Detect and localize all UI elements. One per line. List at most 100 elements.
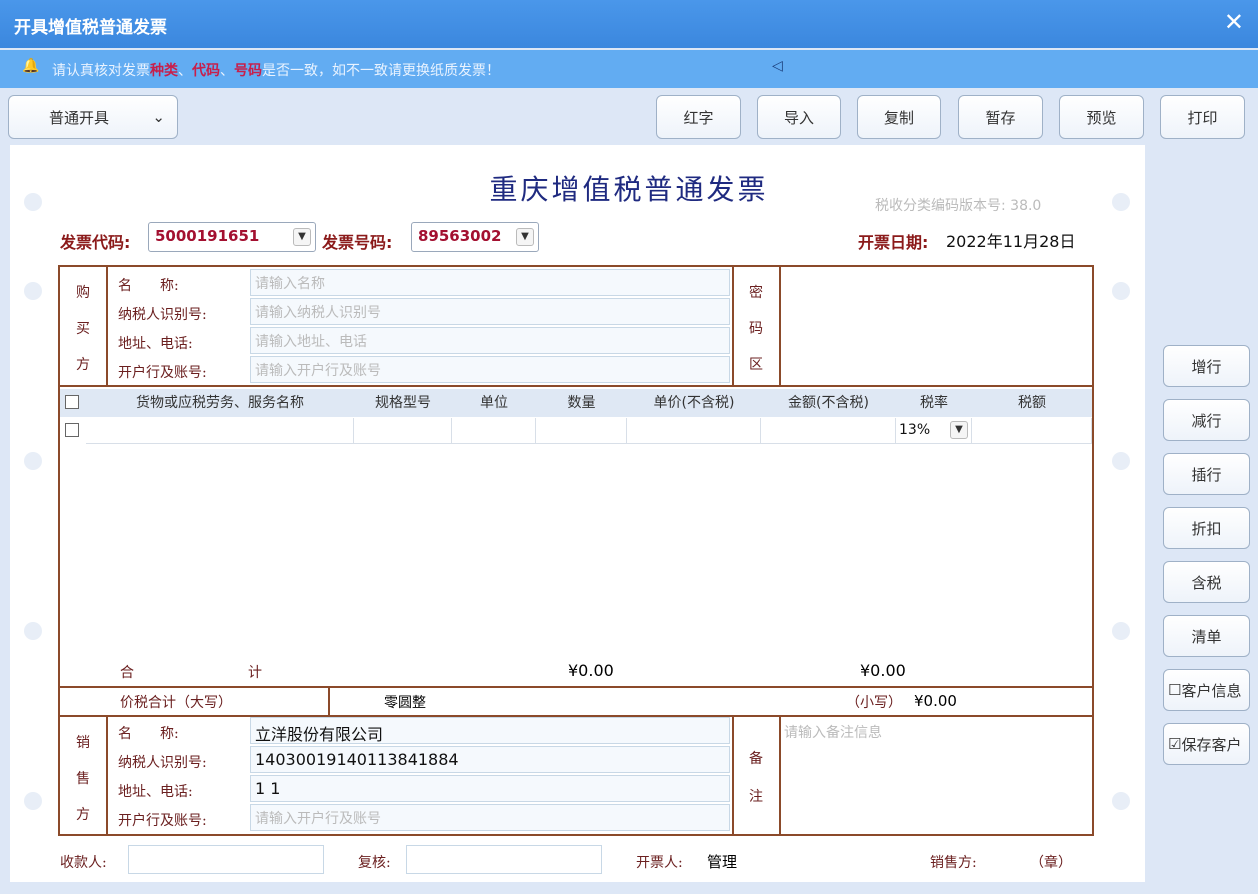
grand-total-lower: ¥0.00 (914, 692, 957, 710)
notice-bar: 🔔 请认真核对发票种类、代码、号码是否一致，如不一致请更换纸质发票！ ◁ (0, 50, 1258, 88)
invoice-code-select[interactable]: 5000191651 ▼ (148, 222, 316, 252)
seller-side-2: 售 (76, 768, 90, 788)
mode-label: 普通开具 (49, 107, 109, 128)
grand-total-upper: 零圆整 (384, 692, 426, 712)
cell-amount[interactable] (761, 418, 896, 444)
payee-input[interactable] (128, 845, 324, 874)
chevron-down-icon: ▼ (293, 228, 311, 246)
buyer-side-3: 方 (76, 354, 90, 374)
row-checkbox[interactable] (65, 423, 79, 437)
col-rate: 税率 (896, 389, 972, 417)
buyer-bank-input[interactable]: 请输入开户行及账号 (250, 356, 730, 383)
cipher-label-3: 区 (749, 354, 763, 374)
buyer-taxid-label: 纳税人识别号: (118, 304, 207, 324)
buyer-name-input[interactable]: 请输入名称 (250, 269, 730, 296)
cell-qty[interactable] (536, 418, 627, 444)
reviewer-label: 复核: (358, 852, 391, 872)
seller-bank-label: 开户行及账号: (118, 810, 207, 830)
print-button[interactable]: 打印 (1160, 95, 1245, 139)
date-label: 开票日期: (858, 229, 928, 253)
tax-included-button[interactable]: 含税 (1163, 561, 1250, 603)
seller-taxid-input[interactable]: 14030019140113841884 (250, 746, 730, 773)
list-button[interactable]: 清单 (1163, 615, 1250, 657)
total-label-2: 计 (248, 662, 262, 682)
buyer-address-label: 地址、电话: (118, 333, 193, 353)
discount-button[interactable]: 折扣 (1163, 507, 1250, 549)
save-customer-checkbox[interactable]: ☑保存客户 (1163, 723, 1250, 765)
delete-row-button[interactable]: 减行 (1163, 399, 1250, 441)
cipher-label-2: 码 (749, 318, 763, 338)
remark-label-2: 注 (749, 786, 763, 806)
seller-bank-input[interactable]: 请输入开户行及账号 (250, 804, 730, 831)
grand-lower-label: （小写） (846, 692, 902, 712)
cell-spec[interactable] (354, 418, 452, 444)
cell-name[interactable] (86, 418, 354, 444)
seller-name-label: 名 称: (118, 723, 179, 743)
seller-side-3: 方 (76, 804, 90, 824)
grand-total-label: 价税合计（大写） (120, 692, 232, 712)
seller-sign-label: 销售方: (930, 852, 977, 872)
save-customer-label: 保存客户 (1181, 734, 1241, 755)
notice-text: 是否一致，如不一致请更换纸质发票！ (262, 63, 500, 79)
customer-info-checkbox[interactable]: ☐客户信息 (1163, 669, 1250, 711)
version-text: 税收分类编码版本号: 38.0 (875, 195, 1041, 215)
remark-label-1: 备 (749, 748, 763, 768)
import-button[interactable]: 导入 (757, 95, 841, 139)
chevron-down-icon: ▼ (950, 421, 968, 439)
notice-sep: 、 (220, 63, 234, 79)
total-tax: ¥0.00 (860, 661, 906, 680)
cell-tax[interactable] (972, 418, 1092, 444)
checkbox-checked-icon: ☑ (1168, 735, 1181, 753)
notice-sep: 、 (178, 63, 192, 79)
col-qty: 数量 (536, 389, 627, 417)
checkbox-unchecked-icon: ☐ (1168, 681, 1181, 699)
save-draft-button[interactable]: 暂存 (958, 95, 1043, 139)
invoice-number-label: 发票号码: (322, 229, 392, 253)
col-spec: 规格型号 (354, 389, 452, 417)
customer-info-label: 客户信息 (1181, 680, 1241, 701)
payee-label: 收款人: (60, 852, 107, 872)
invoice-number-value: 89563002 (418, 227, 502, 245)
insert-row-button[interactable]: 插行 (1163, 453, 1250, 495)
drawer-label: 开票人: (636, 852, 683, 872)
notice-kind: 种类 (150, 63, 178, 79)
col-tax: 税额 (972, 389, 1092, 417)
notice-text: 请认真核对发票 (52, 63, 150, 79)
notice-code: 代码 (192, 63, 220, 79)
col-name: 货物或应税劳务、服务名称 (86, 389, 354, 417)
buyer-side-2: 买 (76, 318, 90, 338)
col-price: 单价(不含税) (627, 389, 761, 417)
red-invoice-button[interactable]: 红字 (656, 95, 741, 139)
seller-address-label: 地址、电话: (118, 781, 193, 801)
remark-input[interactable]: 请输入备注信息 (784, 722, 882, 742)
cell-unit[interactable] (452, 418, 536, 444)
buyer-name-label: 名 称: (118, 275, 179, 295)
cell-rate-select[interactable]: 13% ▼ (896, 418, 972, 444)
seller-address-input[interactable]: 1 1 (250, 775, 730, 802)
total-amount: ¥0.00 (568, 661, 614, 680)
copy-button[interactable]: 复制 (857, 95, 941, 139)
col-amount: 金额(不含税) (761, 389, 896, 417)
invoice-code-label: 发票代码: (60, 229, 130, 253)
invoice-code-value: 5000191651 (155, 227, 259, 245)
invoice-title: 重庆增值税普通发票 (0, 168, 1258, 208)
preview-button[interactable]: 预览 (1059, 95, 1144, 139)
mode-select[interactable]: 普通开具 ⌄ (8, 95, 178, 139)
cell-price[interactable] (627, 418, 761, 444)
drawer-name: 管理 (707, 851, 737, 872)
buyer-address-input[interactable]: 请输入地址、电话 (250, 327, 730, 354)
invoice-number-select[interactable]: 89563002▼ (411, 222, 539, 252)
reviewer-input[interactable] (406, 845, 602, 874)
buyer-side-1: 购 (76, 282, 90, 302)
buyer-bank-label: 开户行及账号: (118, 362, 207, 382)
select-all-checkbox[interactable] (65, 395, 79, 409)
add-row-button[interactable]: 增行 (1163, 345, 1250, 387)
notice-number: 号码 (234, 63, 262, 79)
seller-name-input[interactable]: 立洋股份有限公司 (250, 717, 730, 744)
seal-label: （章） (1030, 852, 1072, 872)
close-icon[interactable]: ✕ (1224, 8, 1244, 36)
speaker-icon[interactable]: ◁ (772, 58, 783, 74)
buyer-taxid-input[interactable]: 请输入纳税人识别号 (250, 298, 730, 325)
rate-value: 13% (899, 422, 930, 438)
chevron-down-icon: ⌄ (152, 108, 165, 126)
